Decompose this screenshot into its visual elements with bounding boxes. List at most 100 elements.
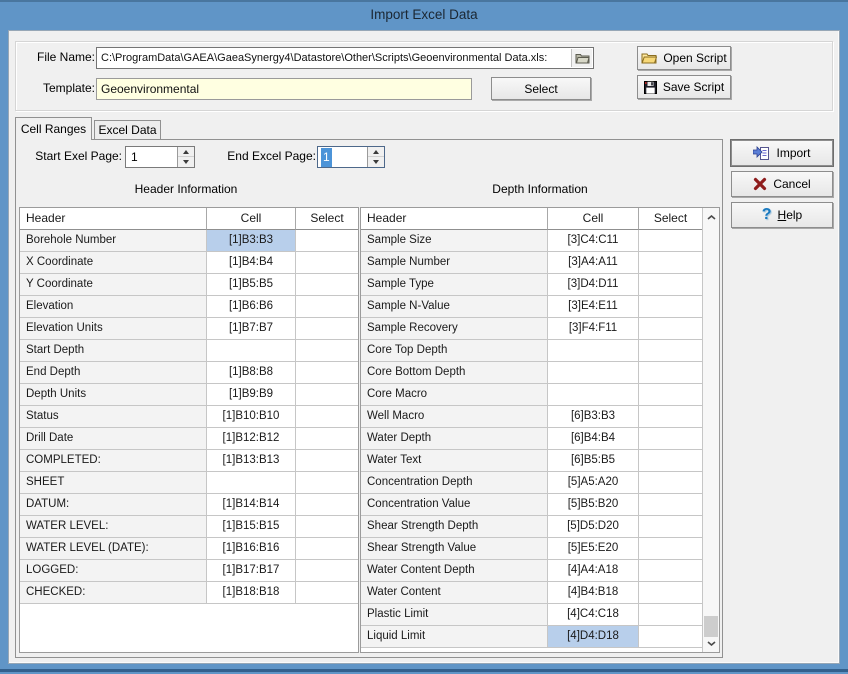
table-row: Status[1]B10:B10 <box>20 406 358 428</box>
tab-excel-data[interactable]: Excel Data <box>94 120 161 140</box>
scroll-up-button[interactable] <box>703 209 719 225</box>
select-cell[interactable] <box>639 428 702 450</box>
select-cell[interactable] <box>296 560 358 582</box>
select-cell[interactable] <box>639 230 702 252</box>
cell-range-cell[interactable]: [1]B3:B3 <box>207 230 296 252</box>
cell-range-cell[interactable] <box>548 362 639 384</box>
cell-range-cell[interactable]: [1]B10:B10 <box>207 406 296 428</box>
select-cell[interactable] <box>296 362 358 384</box>
cell-range-cell[interactable]: [4]D4:D18 <box>548 626 639 648</box>
select-cell[interactable] <box>296 428 358 450</box>
dialog-title: Import Excel Data <box>370 7 477 22</box>
cell-range-cell[interactable]: [1]B12:B12 <box>207 428 296 450</box>
select-cell[interactable] <box>639 296 702 318</box>
select-cell[interactable] <box>296 538 358 560</box>
cell-range-cell[interactable]: [1]B16:B16 <box>207 538 296 560</box>
select-cell[interactable] <box>296 582 358 604</box>
cell-range-cell[interactable]: [3]E4:E11 <box>548 296 639 318</box>
file-name-input[interactable]: C:\ProgramData\GAEA\GaeaSynergy4\Datasto… <box>96 47 594 69</box>
spin-up-button[interactable] <box>368 147 384 157</box>
tab-cell-ranges[interactable]: Cell Ranges <box>15 117 92 140</box>
cell-range-cell[interactable]: [5]E5:E20 <box>548 538 639 560</box>
cell-range-cell[interactable]: [1]B17:B17 <box>207 560 296 582</box>
cell-range-cell[interactable]: [4]C4:C18 <box>548 604 639 626</box>
select-cell[interactable] <box>296 472 358 494</box>
table-row: Sample Size[3]C4:C11 <box>361 230 702 252</box>
cancel-button[interactable]: Cancel <box>731 171 833 197</box>
select-cell[interactable] <box>639 582 702 604</box>
select-cell[interactable] <box>639 494 702 516</box>
cell-range-cell[interactable]: [1]B15:B15 <box>207 516 296 538</box>
table-row: CHECKED:[1]B18:B18 <box>20 582 358 604</box>
cell-range-cell[interactable]: [1]B18:B18 <box>207 582 296 604</box>
cell-range-cell[interactable]: [5]B5:B20 <box>548 494 639 516</box>
select-cell[interactable] <box>639 340 702 362</box>
scroll-down-button[interactable] <box>703 635 719 651</box>
cell-range-cell[interactable]: [6]B3:B3 <box>548 406 639 428</box>
cell-range-cell[interactable]: [4]B4:B18 <box>548 582 639 604</box>
cell-range-cell[interactable]: [1]B4:B4 <box>207 252 296 274</box>
select-cell[interactable] <box>639 560 702 582</box>
cell-range-cell[interactable]: [6]B4:B4 <box>548 428 639 450</box>
select-cell[interactable] <box>639 384 702 406</box>
select-cell[interactable] <box>639 450 702 472</box>
select-cell[interactable] <box>296 450 358 472</box>
cell-range-cell[interactable] <box>207 472 296 494</box>
cell-range-cell[interactable]: [1]B9:B9 <box>207 384 296 406</box>
select-template-button[interactable]: Select <box>491 77 591 100</box>
select-cell[interactable] <box>639 626 702 648</box>
cell-range-cell[interactable]: [3]F4:F11 <box>548 318 639 340</box>
spin-down-button[interactable] <box>368 157 384 167</box>
cell-range-cell[interactable]: [1]B5:B5 <box>207 274 296 296</box>
select-cell[interactable] <box>296 516 358 538</box>
select-cell[interactable] <box>639 362 702 384</box>
cell-range-cell[interactable]: [3]D4:D11 <box>548 274 639 296</box>
scrollbar-thumb[interactable] <box>704 616 718 637</box>
select-cell[interactable] <box>296 340 358 362</box>
cell-range-cell[interactable]: [3]C4:C11 <box>548 230 639 252</box>
template-input[interactable]: Geoenvironmental <box>96 78 472 100</box>
select-cell[interactable] <box>639 604 702 626</box>
select-cell[interactable] <box>296 274 358 296</box>
select-cell[interactable] <box>639 274 702 296</box>
select-cell[interactable] <box>296 252 358 274</box>
cell-range-cell[interactable]: [1]B14:B14 <box>207 494 296 516</box>
select-cell[interactable] <box>639 516 702 538</box>
cell-range-cell[interactable] <box>207 340 296 362</box>
select-cell[interactable] <box>639 318 702 340</box>
select-cell[interactable] <box>296 406 358 428</box>
cell-range-cell[interactable]: [1]B7:B7 <box>207 318 296 340</box>
cell-range-cell[interactable] <box>548 340 639 362</box>
cell-range-cell[interactable]: [6]B5:B5 <box>548 450 639 472</box>
start-page-spinner[interactable]: 1 <box>125 146 195 168</box>
cell-range-cell[interactable]: [1]B8:B8 <box>207 362 296 384</box>
vertical-scrollbar[interactable] <box>702 208 719 652</box>
spin-down-button[interactable] <box>178 157 194 167</box>
browse-file-button[interactable] <box>571 49 592 67</box>
cell-range-cell[interactable]: [1]B6:B6 <box>207 296 296 318</box>
cell-range-cell[interactable]: [1]B13:B13 <box>207 450 296 472</box>
select-cell[interactable] <box>639 472 702 494</box>
open-script-button[interactable]: Open Script <box>637 46 731 70</box>
select-cell[interactable] <box>296 296 358 318</box>
select-cell[interactable] <box>639 406 702 428</box>
cell-range-cell[interactable] <box>548 384 639 406</box>
cell-range-cell[interactable]: [5]D5:D20 <box>548 516 639 538</box>
select-cell[interactable] <box>639 538 702 560</box>
window-bottom-edge <box>0 669 848 672</box>
table-row: Water Content[4]B4:B18 <box>361 582 702 604</box>
select-cell[interactable] <box>296 384 358 406</box>
select-cell[interactable] <box>296 318 358 340</box>
select-cell[interactable] <box>296 230 358 252</box>
cell-range-cell[interactable]: [4]A4:A18 <box>548 560 639 582</box>
import-button[interactable]: Import <box>731 140 833 166</box>
select-cell[interactable] <box>639 252 702 274</box>
save-script-button[interactable]: Save Script <box>637 75 731 99</box>
help-button[interactable]: ? Help <box>731 202 833 228</box>
cell-range-cell[interactable]: [3]A4:A11 <box>548 252 639 274</box>
spin-up-button[interactable] <box>178 147 194 157</box>
end-page-spinner[interactable]: 1 <box>317 146 385 168</box>
cell-range-cell[interactable]: [5]A5:A20 <box>548 472 639 494</box>
select-cell[interactable] <box>296 494 358 516</box>
table-row: Water Content Depth[4]A4:A18 <box>361 560 702 582</box>
